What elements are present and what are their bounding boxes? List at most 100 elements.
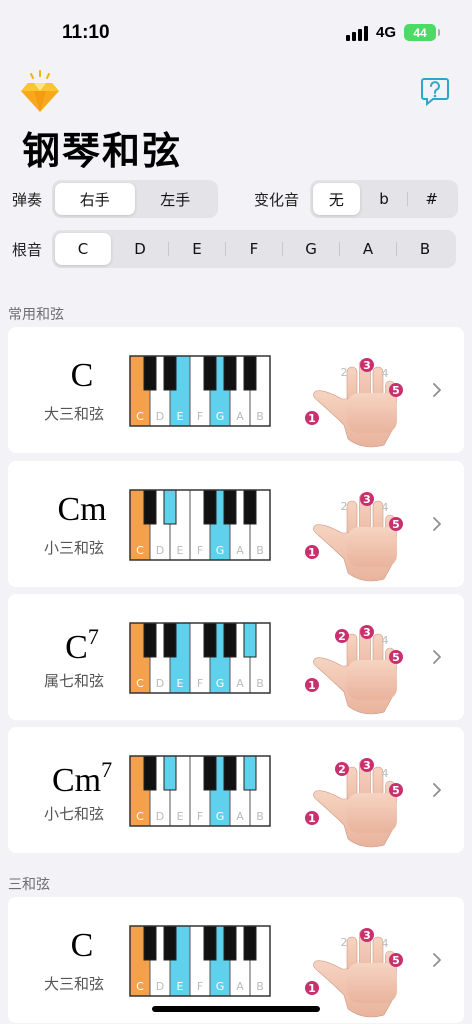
black-key-D# xyxy=(163,489,177,525)
hand-diagram: 1 2 345 xyxy=(305,928,403,1018)
chevron-right-icon[interactable] xyxy=(432,516,442,532)
chord-card[interactable]: C7 属七和弦 C D E F G A B 1 2 3 4 5 xyxy=(8,594,464,720)
signal-icon xyxy=(345,25,368,41)
chord-card[interactable]: C 大三和弦 C D E F G A B 1 2 3 4 5 xyxy=(8,327,464,453)
chord-description: 小七和弦 xyxy=(43,805,104,823)
chord-card[interactable]: Cm 小三和弦 C D E F G A B 1 2 3 4 5 xyxy=(8,461,464,587)
network-type: 4G xyxy=(375,24,396,41)
hand-diagram: 1 2 345 xyxy=(305,358,403,448)
black-key-A# xyxy=(243,925,257,961)
hand-option-0[interactable]: 右手 xyxy=(55,183,135,215)
black-key-C# xyxy=(143,755,157,791)
white-key-label: B xyxy=(256,544,264,557)
chord-name-base: Cm xyxy=(57,491,107,528)
white-key-label: A xyxy=(236,810,244,823)
chord-name-base: C xyxy=(70,357,94,394)
finger-number: 4 xyxy=(382,767,389,780)
hand-container: 1 2 345 xyxy=(294,463,414,589)
root-selector: CDEFGAB xyxy=(52,230,456,268)
palm-fill xyxy=(347,660,397,700)
finger-number: 3 xyxy=(363,359,371,372)
root-option-5[interactable]: A xyxy=(340,233,396,265)
palm-fill xyxy=(347,527,397,567)
keyboard-container: CDEFGAB xyxy=(129,489,271,565)
battery-level: 44 xyxy=(413,25,427,40)
hand-diagram: 1 2 345 xyxy=(305,758,403,848)
root-option-4[interactable]: G xyxy=(283,233,339,265)
accidental-option-2[interactable]: # xyxy=(408,183,455,215)
white-key-label: C xyxy=(136,810,144,823)
accidental-label: 变化音 xyxy=(254,191,300,209)
piano-keyboard: CDEFGAB xyxy=(129,755,271,827)
black-key-F# xyxy=(203,622,217,658)
chevron-right-icon[interactable] xyxy=(432,782,442,798)
black-key-A# xyxy=(243,489,257,525)
black-key-C# xyxy=(143,622,157,658)
keyboard-container: CDEFGAB xyxy=(129,755,271,831)
white-key-label: A xyxy=(236,980,244,993)
white-key-label: E xyxy=(177,410,184,423)
black-key-C# xyxy=(143,355,157,391)
white-key-label: A xyxy=(236,677,244,690)
black-key-G# xyxy=(223,755,237,791)
chord-description: 小三和弦 xyxy=(43,539,104,557)
palm-fill xyxy=(347,393,397,433)
finger-number: 3 xyxy=(363,493,371,506)
white-key-label: B xyxy=(256,980,264,993)
finger-number: 3 xyxy=(363,626,371,639)
finger-number: 2 xyxy=(338,630,346,643)
finger-number: 5 xyxy=(392,784,400,797)
finger-number: 3 xyxy=(363,759,371,772)
root-option-6[interactable]: B xyxy=(397,233,453,265)
hand-option-1[interactable]: 左手 xyxy=(136,183,216,215)
black-key-F# xyxy=(203,355,217,391)
root-option-2[interactable]: E xyxy=(169,233,225,265)
help-bubble-icon[interactable] xyxy=(420,76,450,106)
white-key-label: E xyxy=(177,980,184,993)
battery-icon: 44 xyxy=(404,24,440,41)
root-option-0[interactable]: C xyxy=(55,233,111,265)
finger-number: 5 xyxy=(392,518,400,531)
accidental-selector: 无 b # xyxy=(310,180,458,218)
finger-number: 1 xyxy=(308,812,316,825)
finger-number: 5 xyxy=(392,651,400,664)
chevron-right-icon[interactable] xyxy=(432,952,442,968)
root-option-1[interactable]: D xyxy=(112,233,168,265)
white-key-label: G xyxy=(216,980,225,993)
white-key-label: E xyxy=(177,810,184,823)
palm-fill xyxy=(347,793,397,833)
chord-card[interactable]: Cm7 小七和弦 C D E F G A B 1 2 3 4 5 xyxy=(8,727,464,853)
finger-number: 5 xyxy=(392,384,400,397)
root-option-3[interactable]: F xyxy=(226,233,282,265)
finger-number: 4 xyxy=(382,367,389,380)
finger-number: 3 xyxy=(363,929,371,942)
white-key-label: D xyxy=(156,810,164,823)
chevron-right-icon[interactable] xyxy=(432,649,442,665)
black-key-C# xyxy=(143,489,157,525)
chord-name-superscript: 7 xyxy=(87,624,99,649)
white-key-label: F xyxy=(197,544,203,557)
white-key-label: F xyxy=(197,677,203,690)
accidental-option-1[interactable]: b xyxy=(361,183,408,215)
white-key-label: C xyxy=(136,980,144,993)
piano-keyboard: CDEFGAB xyxy=(129,925,271,997)
chevron-right-icon[interactable] xyxy=(432,382,442,398)
finger-number: 2 xyxy=(338,763,346,776)
piano-keyboard: CDEFGAB xyxy=(129,355,271,427)
black-key-F# xyxy=(203,755,217,791)
white-key-label: B xyxy=(256,810,264,823)
section-header: 三和弦 xyxy=(8,877,50,893)
black-key-F# xyxy=(203,489,217,525)
finger-number: 1 xyxy=(308,982,316,995)
palm-fill xyxy=(347,963,397,1003)
white-key-label: G xyxy=(216,810,225,823)
black-key-A# xyxy=(243,755,257,791)
black-key-A# xyxy=(243,355,257,391)
white-key-label: G xyxy=(216,410,225,423)
page-title: 钢琴和弦 xyxy=(22,129,183,173)
keyboard-container: CDEFGAB xyxy=(129,355,271,431)
accidental-option-0[interactable]: 无 xyxy=(313,183,360,215)
keyboard-container: CDEFGAB xyxy=(129,925,271,1001)
home-indicator xyxy=(152,1006,320,1012)
chord-card[interactable]: C 大三和弦 C D E F G A B 1 2 3 4 5 xyxy=(8,897,464,1023)
